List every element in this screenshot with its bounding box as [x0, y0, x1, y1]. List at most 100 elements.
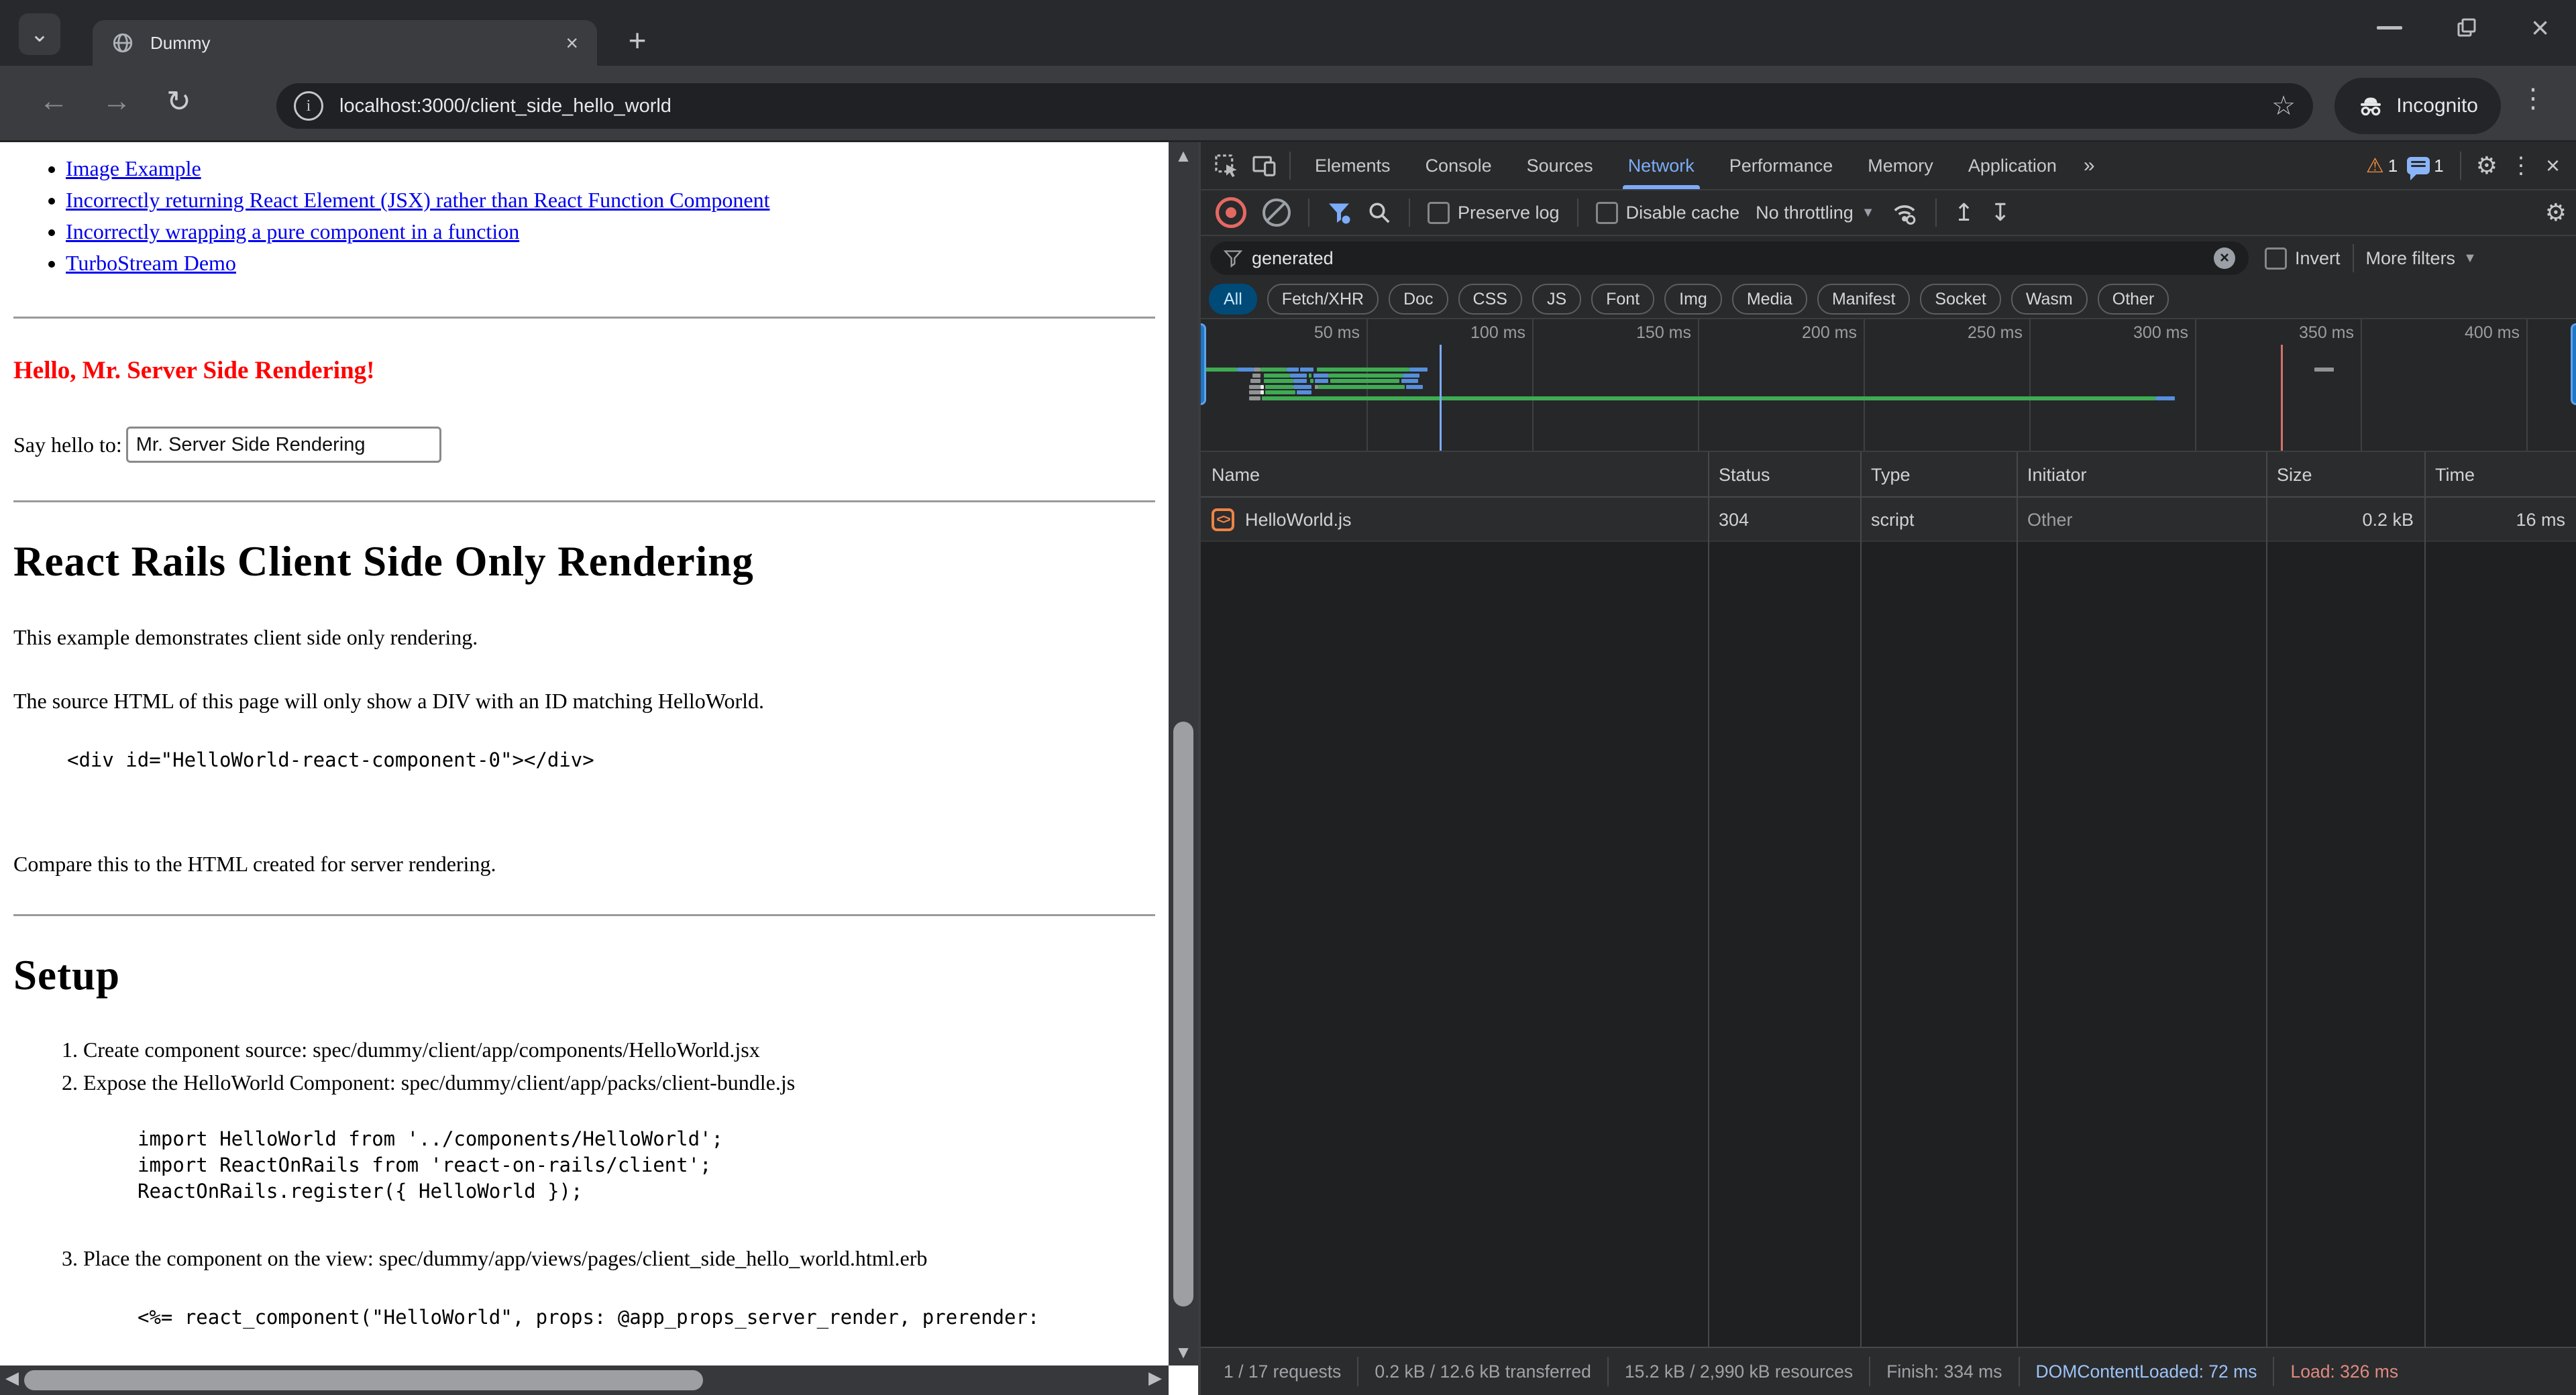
waterfall-bar — [1300, 368, 1313, 372]
chip-fetchxhr[interactable]: Fetch/XHR — [1267, 284, 1379, 315]
timeline-tick-label: 400 ms — [2465, 323, 2526, 343]
column-divider[interactable] — [1708, 452, 1709, 1347]
device-toolbar-icon[interactable] — [1245, 147, 1283, 184]
minimize-icon[interactable] — [2377, 26, 2402, 30]
filter-input[interactable]: generated × — [1210, 241, 2249, 275]
column-divider[interactable] — [2424, 452, 2426, 1347]
chip-doc[interactable]: Doc — [1389, 284, 1448, 315]
chip-img[interactable]: Img — [1664, 284, 1722, 315]
waterfall-bar — [1265, 385, 1293, 389]
issues-icon[interactable] — [2407, 157, 2430, 174]
export-har-icon[interactable]: ↧ — [1990, 199, 2010, 227]
scroll-right-icon[interactable]: ▶ — [1148, 1368, 1162, 1388]
new-tab-button[interactable]: + — [616, 19, 659, 62]
devtools-close-icon[interactable]: × — [2546, 152, 2560, 180]
timeline-left-handle[interactable] — [1201, 323, 1206, 405]
column-divider[interactable] — [1860, 452, 1862, 1347]
browser-tab-active[interactable]: Dummy × — [93, 20, 597, 66]
tab-network[interactable]: Network — [1611, 142, 1712, 189]
chip-js[interactable]: JS — [1532, 284, 1581, 315]
inspect-element-icon[interactable] — [1208, 147, 1245, 184]
back-icon[interactable]: ← — [39, 85, 68, 118]
warning-icon[interactable]: ⚠ — [2366, 154, 2384, 178]
column-header-name[interactable]: Name — [1201, 452, 1708, 498]
timeline-gridline — [2526, 319, 2528, 451]
request-initiator-cell[interactable]: Other — [2017, 498, 2266, 542]
forward-icon[interactable]: → — [102, 85, 131, 118]
horizontal-scrollbar[interactable]: ◀ ▶ — [0, 1365, 1169, 1395]
network-conditions-icon[interactable] — [1891, 199, 1918, 226]
column-divider[interactable] — [2017, 452, 2018, 1347]
vertical-scroll-thumb[interactable] — [1173, 722, 1193, 1306]
tab-elements[interactable]: Elements — [1297, 142, 1408, 189]
throttling-select[interactable]: No throttling ▼ — [1756, 203, 1874, 223]
reload-icon[interactable]: ↻ — [166, 85, 191, 119]
tab-performance[interactable]: Performance — [1712, 142, 1851, 189]
search-icon[interactable] — [1367, 201, 1391, 225]
tab-application[interactable]: Application — [1951, 142, 2074, 189]
filter-text[interactable]: generated — [1252, 248, 2214, 269]
devtools-menu-icon[interactable]: ⋮ — [2510, 152, 2532, 179]
invert-checkbox[interactable]: Invert — [2265, 247, 2341, 270]
page-link[interactable]: Incorrectly wrapping a pure component in… — [66, 219, 519, 243]
request-name-cell[interactable]: <> HelloWorld.js — [1201, 498, 1708, 542]
scroll-left-icon[interactable]: ◀ — [5, 1368, 19, 1388]
scroll-up-icon[interactable]: ▲ — [1169, 146, 1198, 166]
filter-toggle-icon[interactable] — [1327, 201, 1351, 225]
devtools-panel: ElementsConsoleSourcesNetworkPerformance… — [1198, 142, 2576, 1395]
import-har-icon[interactable]: ↥ — [1954, 199, 1974, 227]
tab-console[interactable]: Console — [1408, 142, 1509, 189]
site-info-icon[interactable]: i — [294, 91, 323, 121]
chip-manifest[interactable]: Manifest — [1817, 284, 1910, 315]
devtools-settings-icon[interactable]: ⚙ — [2476, 152, 2498, 180]
divider — [2353, 244, 2354, 272]
chip-font[interactable]: Font — [1591, 284, 1654, 315]
page-link[interactable]: Incorrectly returning React Element (JSX… — [66, 188, 769, 212]
chip-all[interactable]: All — [1209, 284, 1257, 315]
tab-sources[interactable]: Sources — [1509, 142, 1611, 189]
column-divider[interactable] — [2266, 452, 2267, 1347]
tab-search-button[interactable]: ⌄ — [19, 13, 60, 55]
chip-css[interactable]: CSS — [1458, 284, 1522, 315]
more-filters-button[interactable]: More filters ▼ — [2366, 248, 2477, 269]
timeline-tick-label: 50 ms — [1314, 323, 1366, 343]
divider — [1577, 199, 1578, 227]
url-text[interactable]: localhost:3000/client_side_hello_world — [339, 95, 2271, 117]
script-file-icon: <> — [1212, 508, 1234, 531]
disable-cache-checkbox[interactable]: Disable cache — [1596, 202, 1740, 224]
divider — [1308, 199, 1309, 227]
vertical-scrollbar[interactable]: ▲ ▼ — [1169, 142, 1198, 1365]
table-row[interactable]: <> HelloWorld.js 304 script Other 0.2 kB… — [1201, 498, 2576, 542]
more-tabs-icon[interactable]: » — [2074, 142, 2104, 189]
column-header-status[interactable]: Status — [1708, 452, 1860, 498]
chip-other[interactable]: Other — [2098, 284, 2169, 315]
scroll-down-icon[interactable]: ▼ — [1169, 1343, 1198, 1363]
chip-media[interactable]: Media — [1732, 284, 1807, 315]
preserve-log-checkbox[interactable]: Preserve log — [1428, 202, 1560, 224]
column-header-size[interactable]: Size — [2266, 452, 2424, 498]
address-bar[interactable]: i localhost:3000/client_side_hello_world… — [276, 83, 2313, 129]
network-settings-icon[interactable]: ⚙ — [2545, 199, 2567, 227]
waterfall-bar — [1287, 368, 1298, 372]
clear-network-log-icon[interactable] — [1263, 199, 1291, 227]
record-network-log-icon[interactable] — [1216, 197, 1246, 228]
page-link[interactable]: TurboStream Demo — [66, 251, 236, 275]
bookmark-star-icon[interactable]: ☆ — [2271, 91, 2296, 121]
tab-close-icon[interactable]: × — [566, 31, 578, 56]
timeline-right-handle[interactable] — [2571, 323, 2576, 405]
restore-icon[interactable] — [2455, 15, 2479, 40]
column-header-time[interactable]: Time — [2424, 452, 2576, 498]
waterfall-bar — [1260, 385, 1264, 389]
column-header-initiator[interactable]: Initiator — [2017, 452, 2266, 498]
chip-wasm[interactable]: Wasm — [2011, 284, 2088, 315]
network-overview-timeline[interactable]: 50 ms100 ms150 ms200 ms250 ms300 ms350 m… — [1201, 319, 2576, 452]
tab-memory[interactable]: Memory — [1850, 142, 1951, 189]
page-link[interactable]: Image Example — [66, 156, 201, 180]
clear-filter-icon[interactable]: × — [2214, 247, 2235, 269]
chip-socket[interactable]: Socket — [1920, 284, 2000, 315]
column-header-type[interactable]: Type — [1860, 452, 2017, 498]
horizontal-scroll-thumb[interactable] — [24, 1370, 703, 1390]
browser-menu-icon[interactable]: ⋮ — [2520, 83, 2546, 114]
window-close-icon[interactable]: × — [2531, 12, 2549, 43]
name-input[interactable] — [126, 427, 441, 463]
